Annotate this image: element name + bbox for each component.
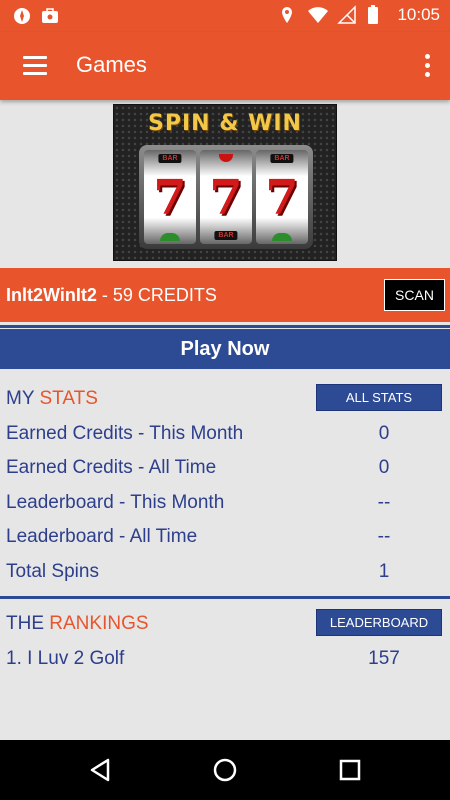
reel-bar-label: BAR (158, 154, 182, 163)
scan-button[interactable]: SCAN (384, 279, 445, 311)
clock: 10:05 (397, 5, 440, 24)
reel-symbol: 7 (209, 170, 243, 226)
location-icon (277, 5, 297, 25)
status-bar: 10:05 (0, 0, 450, 32)
home-icon[interactable] (209, 754, 241, 786)
battery-icon (367, 5, 387, 25)
slot-reels: BAR 7 7 BAR BAR 7 (139, 145, 313, 249)
reel-bar-label: BAR (270, 154, 294, 163)
stat-label: Earned Credits - All Time (6, 457, 217, 478)
heading-accent: STATS (39, 388, 98, 409)
heading-prefix: MY (6, 388, 35, 409)
credits-count: 59 CREDITS (112, 285, 217, 305)
stat-label: Earned Credits - This Month (6, 423, 244, 444)
recents-icon[interactable] (334, 754, 366, 786)
hamburger-menu-icon[interactable] (14, 50, 56, 82)
app-bar: Games (0, 32, 450, 100)
stat-value: 1 (378, 561, 390, 582)
ranking-row: 1. I Luv 2 Golf 157 (6, 648, 446, 678)
wifi-icon (307, 5, 329, 25)
leaderboard-button[interactable]: LEADERBOARD (316, 609, 442, 636)
reel-symbol: 7 (265, 170, 299, 226)
stat-value: -- (377, 492, 391, 513)
slot-reel: 7 BAR (200, 150, 252, 244)
cherry-icon (219, 154, 233, 162)
compass-icon (12, 6, 32, 26)
rankings-heading: THE RANKINGS (6, 613, 149, 635)
divider (0, 325, 450, 328)
credits-bar: Inlt2WinIt2 - 59 CREDITS SCAN (0, 268, 450, 322)
no-signal-icon (337, 5, 357, 25)
credits-summary: Inlt2WinIt2 - 59 CREDITS (6, 285, 217, 306)
back-icon[interactable] (84, 754, 116, 786)
heading-accent: RANKINGS (49, 613, 149, 634)
slot-reel: BAR 7 (256, 150, 308, 244)
page-title: Games (76, 52, 147, 77)
stat-row: Total Spins 1 (6, 561, 446, 591)
all-stats-button[interactable]: ALL STATS (316, 384, 442, 411)
more-vert-icon[interactable] (418, 50, 436, 82)
my-stats-heading: MY STATS (6, 388, 98, 410)
stat-value: 0 (378, 423, 390, 444)
stat-label: Total Spins (6, 561, 99, 582)
reel-bar-label: BAR (214, 231, 238, 240)
leaf-icon (272, 233, 292, 241)
ranking-name: 1. I Luv 2 Golf (6, 648, 125, 669)
reel-symbol: 7 (153, 170, 187, 226)
stat-label: Leaderboard - This Month (6, 492, 225, 513)
slot-reel: BAR 7 (144, 150, 196, 244)
stat-row: Leaderboard - All Time -- (6, 526, 446, 556)
briefcase-icon (40, 6, 60, 26)
leaf-icon (160, 233, 180, 241)
credits-separator: - (96, 285, 113, 305)
ranking-score: 157 (368, 648, 400, 669)
stat-row: Earned Credits - This Month 0 (6, 423, 446, 453)
spin-and-win-banner[interactable]: SPIN & WIN BAR 7 7 BAR BAR 7 (113, 104, 337, 261)
play-now-button[interactable]: Play Now (0, 329, 450, 369)
divider (0, 596, 450, 599)
heading-prefix: THE (6, 613, 44, 634)
username: Inlt2WinIt2 (6, 285, 97, 305)
system-nav-bar (0, 740, 450, 800)
stat-value: 0 (378, 457, 390, 478)
stat-value: -- (377, 526, 391, 547)
banner-title: SPIN & WIN (148, 111, 302, 136)
stat-row: Earned Credits - All Time 0 (6, 457, 446, 487)
stat-label: Leaderboard - All Time (6, 526, 198, 547)
stat-row: Leaderboard - This Month -- (6, 492, 446, 522)
